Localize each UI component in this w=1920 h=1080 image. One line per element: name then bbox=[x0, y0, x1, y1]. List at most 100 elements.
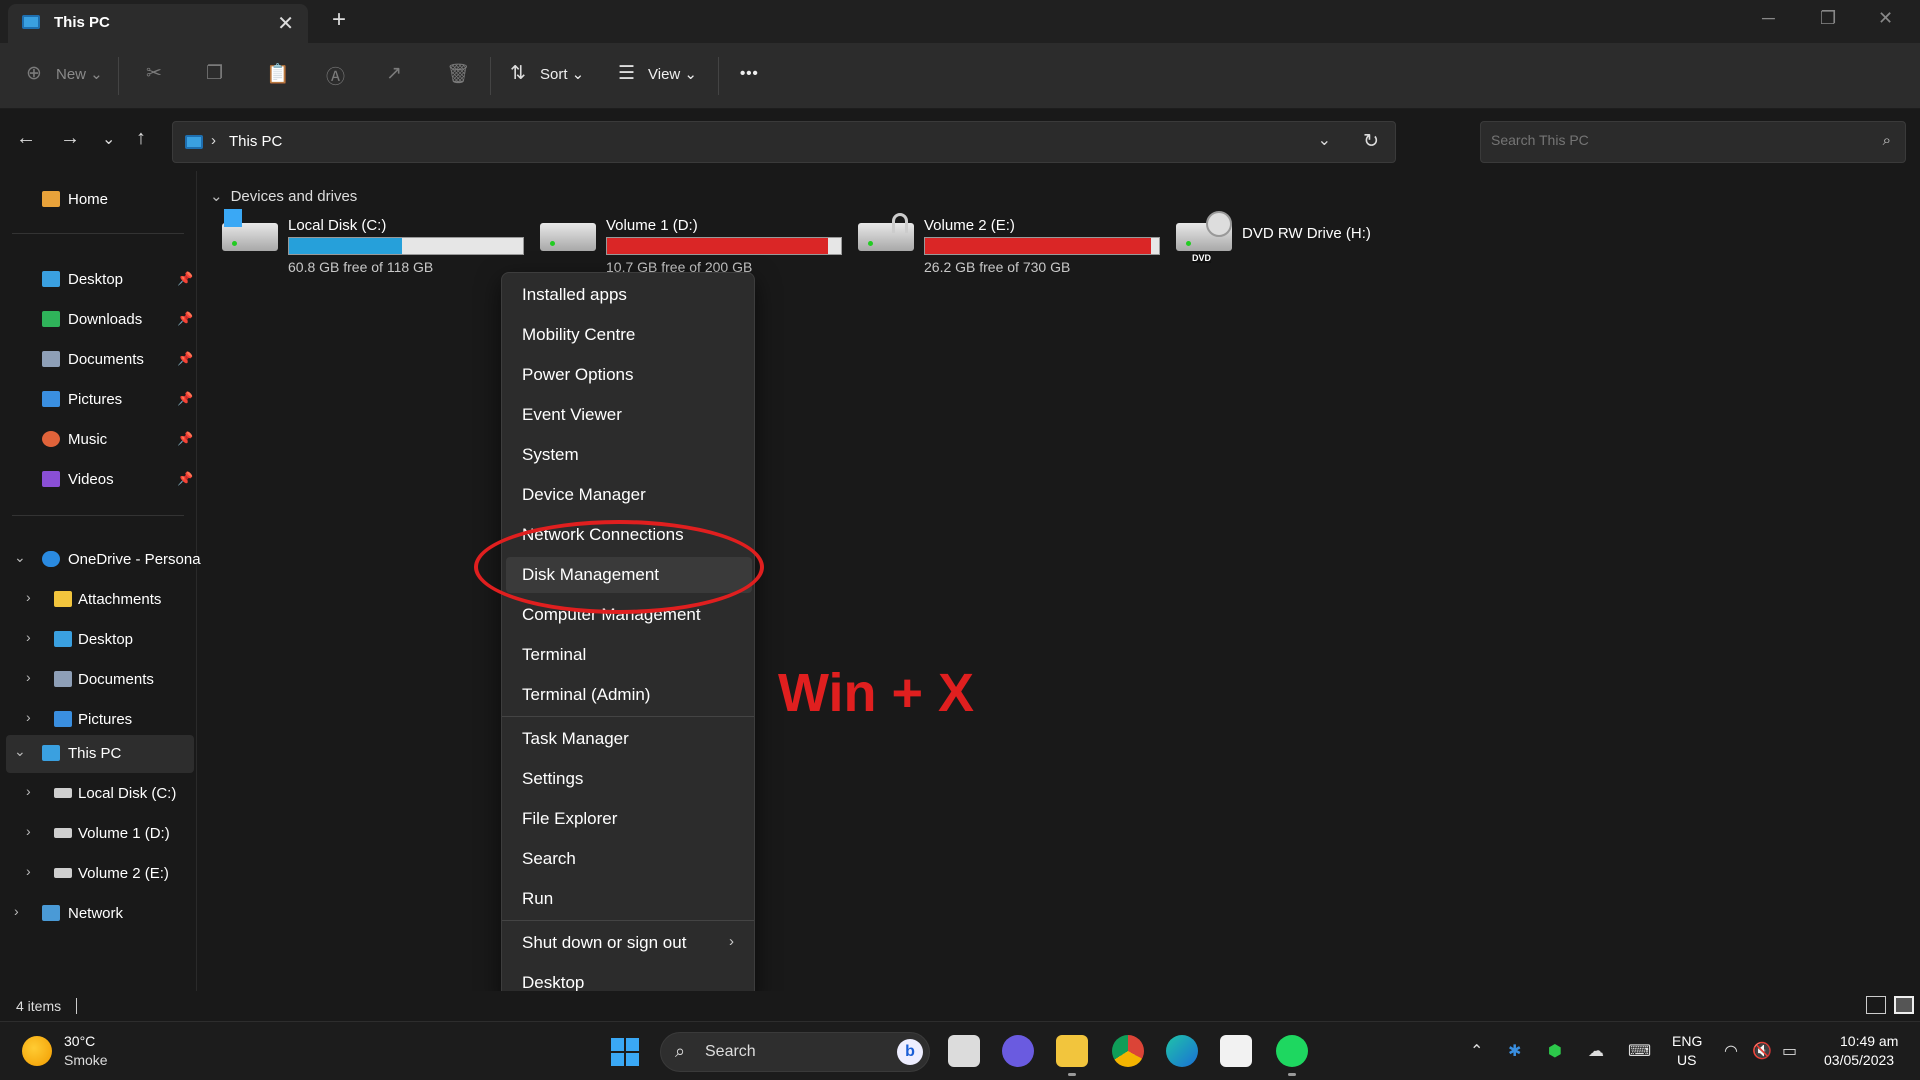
menu-item-search[interactable]: Search bbox=[506, 841, 752, 877]
pin-icon[interactable]: 📌 bbox=[177, 351, 193, 367]
input-language[interactable]: ENG bbox=[1672, 1033, 1702, 1049]
up-icon[interactable]: ↑ bbox=[136, 127, 146, 150]
refresh-icon[interactable]: ↻ bbox=[1363, 130, 1379, 153]
expand-chevron-icon[interactable]: ⌄ bbox=[14, 549, 26, 566]
sort-button[interactable]: Sort ⌄ bbox=[540, 65, 584, 83]
collapse-chevron-icon[interactable]: ⌄ bbox=[210, 188, 223, 205]
menu-item-label: File Explorer bbox=[522, 809, 618, 828]
menu-item-terminal-admin[interactable]: Terminal (Admin) bbox=[506, 677, 752, 713]
volume-muted-icon[interactable]: 🔇 bbox=[1752, 1041, 1772, 1061]
menu-item-shut-down[interactable]: Shut down or sign out › bbox=[506, 925, 752, 961]
clock-time[interactable]: 10:49 am bbox=[1840, 1033, 1898, 1049]
desktop-icon bbox=[54, 631, 72, 647]
recent-locations-icon[interactable]: ⌄ bbox=[102, 129, 115, 149]
expand-chevron-icon[interactable]: › bbox=[26, 589, 31, 605]
menu-item-mobility-centre[interactable]: Mobility Centre bbox=[506, 317, 752, 353]
expand-chevron-icon[interactable]: › bbox=[26, 863, 31, 879]
pin-icon[interactable]: 📌 bbox=[177, 391, 193, 407]
menu-item-system[interactable]: System bbox=[506, 437, 752, 473]
expand-chevron-icon[interactable]: › bbox=[26, 783, 31, 799]
rename-icon[interactable]: Ⓐ bbox=[326, 62, 345, 89]
wifi-icon[interactable]: ◠ bbox=[1724, 1041, 1738, 1061]
close-window-icon[interactable]: ✕ bbox=[1878, 8, 1893, 29]
expand-chevron-icon[interactable]: › bbox=[14, 903, 19, 919]
tab-this-pc[interactable]: This PC ✕ bbox=[8, 4, 308, 43]
address-bar[interactable]: › This PC ⌄ ↻ bbox=[172, 121, 1396, 163]
sidebar-item-label: Network bbox=[68, 905, 124, 922]
copy-icon[interactable]: ❐ bbox=[206, 62, 223, 85]
clock-date[interactable]: 03/05/2023 bbox=[1824, 1052, 1894, 1068]
paste-icon[interactable]: 📋 bbox=[266, 62, 290, 86]
bluetooth-icon[interactable]: ✱ bbox=[1508, 1041, 1521, 1061]
search-icon: ⌕ bbox=[675, 1041, 686, 1061]
lock-icon bbox=[892, 213, 908, 233]
menu-item-terminal[interactable]: Terminal bbox=[506, 637, 752, 673]
item-count: 4 items bbox=[16, 998, 62, 1014]
edge-icon[interactable] bbox=[1166, 1035, 1198, 1067]
start-button[interactable] bbox=[611, 1038, 639, 1066]
drive-tile-h[interactable]: DVD DVD RW Drive (H:) bbox=[1176, 211, 1486, 271]
menu-item-settings[interactable]: Settings bbox=[506, 761, 752, 797]
breadcrumb-chevron-icon[interactable]: › bbox=[211, 132, 216, 149]
cut-icon[interactable]: ✂ bbox=[146, 62, 162, 85]
chrome-icon[interactable] bbox=[1112, 1035, 1144, 1067]
forward-icon[interactable]: → bbox=[60, 127, 80, 150]
minimize-icon[interactable]: ─ bbox=[1762, 8, 1775, 29]
drive-tile-d[interactable]: Volume 1 (D:) 10.7 GB free of 200 GB bbox=[540, 211, 850, 275]
drive-usage-bar bbox=[288, 237, 524, 255]
music-icon bbox=[42, 431, 60, 447]
drive-tile-c[interactable]: Local Disk (C:) 60.8 GB free of 118 GB bbox=[222, 209, 532, 275]
taskbar-search[interactable]: ⌕ Search b bbox=[660, 1032, 930, 1072]
address-dropdown-icon[interactable]: ⌄ bbox=[1318, 130, 1331, 150]
details-view-icon[interactable] bbox=[1866, 996, 1886, 1014]
battery-icon[interactable]: ▭ bbox=[1782, 1041, 1797, 1061]
expand-chevron-icon[interactable]: › bbox=[26, 823, 31, 839]
new-button[interactable]: New ⌄ bbox=[56, 65, 103, 83]
tiles-view-icon[interactable] bbox=[1894, 996, 1914, 1014]
menu-item-file-explorer[interactable]: File Explorer bbox=[506, 801, 752, 837]
menu-item-installed-apps[interactable]: Installed apps bbox=[506, 277, 752, 313]
input-region[interactable]: US bbox=[1677, 1052, 1696, 1068]
menu-item-power-options[interactable]: Power Options bbox=[506, 357, 752, 393]
onedrive-cloud-icon[interactable]: ☁ bbox=[1588, 1041, 1604, 1061]
menu-item-event-viewer[interactable]: Event Viewer bbox=[506, 397, 752, 433]
pin-icon[interactable]: 📌 bbox=[177, 431, 193, 447]
kaspersky-icon[interactable]: ⬢ bbox=[1548, 1041, 1562, 1061]
weather-icon[interactable] bbox=[22, 1036, 52, 1066]
drive-tile-e[interactable]: Volume 2 (E:) 26.2 GB free of 730 GB bbox=[858, 211, 1168, 275]
maximize-icon[interactable]: ❐ bbox=[1820, 8, 1836, 29]
weather-temperature[interactable]: 30°C bbox=[64, 1033, 95, 1049]
search-box[interactable]: ⌕ bbox=[1480, 121, 1906, 163]
microsoft-store-icon[interactable] bbox=[1220, 1035, 1252, 1067]
pin-icon[interactable]: 📌 bbox=[177, 271, 193, 287]
weather-description[interactable]: Smoke bbox=[64, 1052, 108, 1068]
pin-icon[interactable]: 📌 bbox=[177, 311, 193, 327]
expand-chevron-icon[interactable]: › bbox=[26, 669, 31, 685]
delete-icon[interactable]: 🗑 bbox=[446, 62, 470, 86]
keyboard-icon[interactable]: ⌨ bbox=[1628, 1041, 1651, 1061]
pin-icon[interactable]: 📌 bbox=[177, 471, 193, 487]
menu-item-run[interactable]: Run bbox=[506, 881, 752, 917]
file-explorer-icon[interactable] bbox=[1056, 1035, 1088, 1067]
bing-icon[interactable]: b bbox=[897, 1039, 923, 1065]
expand-chevron-icon[interactable]: › bbox=[26, 629, 31, 645]
task-view-icon[interactable] bbox=[948, 1035, 980, 1067]
show-hidden-icons-chevron-icon[interactable]: ⌃ bbox=[1470, 1041, 1483, 1061]
more-options-button[interactable]: ••• bbox=[740, 65, 759, 82]
teams-chat-icon[interactable] bbox=[1002, 1035, 1034, 1067]
search-icon[interactable]: ⌕ bbox=[1883, 132, 1891, 149]
group-header-devices[interactable]: ⌄ Devices and drives bbox=[210, 187, 357, 205]
breadcrumb[interactable]: This PC bbox=[229, 133, 282, 150]
share-icon[interactable]: ↗ bbox=[386, 62, 402, 85]
locked-drive-icon bbox=[54, 868, 72, 878]
menu-item-task-manager[interactable]: Task Manager bbox=[506, 721, 752, 757]
search-input[interactable] bbox=[1491, 132, 1851, 148]
new-tab-button[interactable]: + bbox=[332, 6, 346, 34]
menu-item-device-manager[interactable]: Device Manager bbox=[506, 477, 752, 513]
view-button[interactable]: View ⌄ bbox=[648, 65, 697, 83]
close-tab-icon[interactable]: ✕ bbox=[277, 11, 294, 36]
expand-chevron-icon[interactable]: ⌄ bbox=[14, 743, 26, 760]
back-icon[interactable]: ← bbox=[16, 127, 36, 150]
expand-chevron-icon[interactable]: › bbox=[26, 709, 31, 725]
spotify-icon[interactable] bbox=[1276, 1035, 1308, 1067]
